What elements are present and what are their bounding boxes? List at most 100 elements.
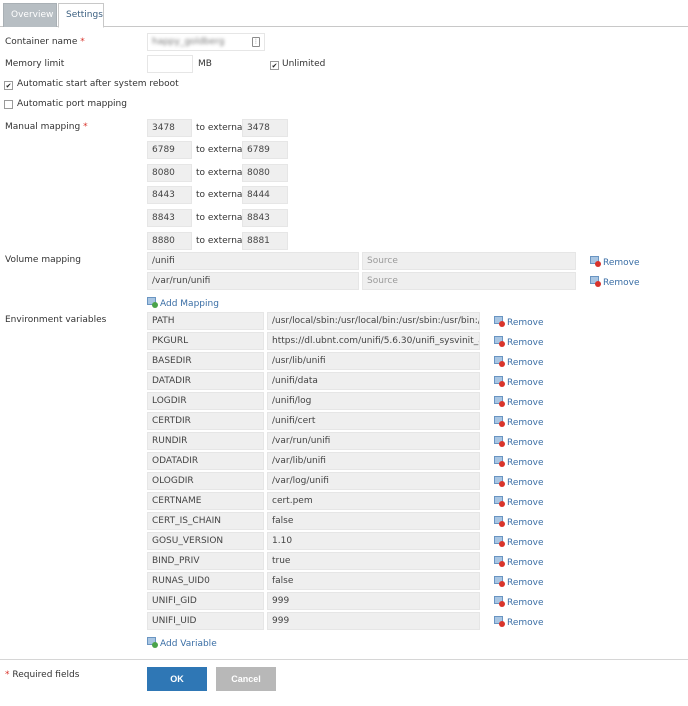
env-name-input[interactable]: PKGURL bbox=[147, 332, 264, 350]
env-name-input[interactable]: BIND_PRIV bbox=[147, 552, 264, 570]
remove-variable-button[interactable]: Remove bbox=[494, 476, 544, 488]
volume-path-input[interactable]: /var/run/unifi bbox=[147, 272, 359, 290]
env-value-input[interactable]: true bbox=[267, 552, 480, 570]
env-value-input[interactable]: /var/lib/unifi bbox=[267, 452, 480, 470]
env-name-input[interactable]: OLOGDIR bbox=[147, 472, 264, 490]
remove-variable-button[interactable]: Remove bbox=[494, 436, 544, 448]
remove-icon bbox=[590, 276, 601, 287]
remove-icon bbox=[494, 396, 505, 407]
add-variable-button[interactable]: Add Variable bbox=[147, 637, 217, 649]
env-name-input[interactable]: UNIFI_UID bbox=[147, 612, 264, 630]
env-name-input[interactable]: CERT_IS_CHAIN bbox=[147, 512, 264, 530]
remove-volume-button[interactable]: Remove bbox=[590, 256, 640, 268]
unlimited-checkbox[interactable] bbox=[270, 61, 279, 70]
env-value-input[interactable]: https://dl.ubnt.com/unifi/5.6.30/unifi_s… bbox=[267, 332, 480, 350]
remove-variable-button[interactable]: Remove bbox=[494, 536, 544, 548]
env-value-input[interactable]: /usr/local/sbin:/usr/local/bin:/usr/sbin… bbox=[267, 312, 480, 330]
port-external-input[interactable]: 8444 bbox=[242, 186, 288, 204]
port-internal-input[interactable]: 8443 bbox=[147, 186, 192, 204]
footer-divider bbox=[0, 659, 688, 660]
remove-variable-button[interactable]: Remove bbox=[494, 456, 544, 468]
memory-limit-input[interactable] bbox=[147, 55, 193, 73]
remove-label: Remove bbox=[507, 338, 544, 348]
env-name-input[interactable]: DATADIR bbox=[147, 372, 264, 390]
container-name-label-text: Container name bbox=[5, 37, 78, 47]
remove-variable-button[interactable]: Remove bbox=[494, 596, 544, 608]
port-external-input[interactable]: 8881 bbox=[242, 232, 288, 250]
env-value-input[interactable]: /unifi/cert bbox=[267, 412, 480, 430]
remove-icon bbox=[494, 536, 505, 547]
env-name-input[interactable]: GOSU_VERSION bbox=[147, 532, 264, 550]
remove-variable-button[interactable]: Remove bbox=[494, 396, 544, 408]
auto-port-checkbox[interactable] bbox=[4, 100, 13, 109]
env-value-input[interactable]: cert.pem bbox=[267, 492, 480, 510]
env-name-input[interactable]: LOGDIR bbox=[147, 392, 264, 410]
env-value-input[interactable]: /unifi/data bbox=[267, 372, 480, 390]
env-name-input[interactable]: UNIFI_GID bbox=[147, 592, 264, 610]
remove-label: Remove bbox=[507, 538, 544, 548]
port-internal-input[interactable]: 8080 bbox=[147, 164, 192, 182]
add-mapping-button[interactable]: Add Mapping bbox=[147, 297, 219, 309]
port-internal-input[interactable]: 6789 bbox=[147, 141, 192, 159]
env-name-input[interactable]: CERTDIR bbox=[147, 412, 264, 430]
env-name-input[interactable]: RUNAS_UID0 bbox=[147, 572, 264, 590]
env-name-input[interactable]: CERTNAME bbox=[147, 492, 264, 510]
cancel-button[interactable]: Cancel bbox=[216, 667, 276, 691]
remove-variable-button[interactable]: Remove bbox=[494, 316, 544, 328]
remove-variable-button[interactable]: Remove bbox=[494, 616, 544, 628]
env-name-input[interactable]: BASEDIR bbox=[147, 352, 264, 370]
volume-path-input[interactable]: /unifi bbox=[147, 252, 359, 270]
port-internal-input[interactable]: 8843 bbox=[147, 209, 192, 227]
port-internal-input[interactable]: 8880 bbox=[147, 232, 192, 250]
to-external-label: to external bbox=[196, 168, 245, 178]
remove-icon bbox=[494, 616, 505, 627]
to-external-label: to external bbox=[196, 190, 245, 200]
remove-variable-button[interactable]: Remove bbox=[494, 556, 544, 568]
ok-button[interactable]: OK bbox=[147, 667, 207, 691]
env-value-input[interactable]: false bbox=[267, 512, 480, 530]
env-value-input[interactable]: 1.10 bbox=[267, 532, 480, 550]
env-value-input[interactable]: false bbox=[267, 572, 480, 590]
container-name-input[interactable]: happy_goldberg ⋮ bbox=[147, 33, 265, 51]
manual-mapping-label: Manual mapping * bbox=[5, 122, 88, 132]
port-external-input[interactable]: 3478 bbox=[242, 119, 288, 137]
remove-label: Remove bbox=[507, 398, 544, 408]
env-name-input[interactable]: ODATADIR bbox=[147, 452, 264, 470]
volume-source-input[interactable]: Source bbox=[362, 252, 576, 270]
tab-settings[interactable]: Settings bbox=[58, 3, 104, 28]
port-external-input[interactable]: 6789 bbox=[242, 141, 288, 159]
remove-variable-button[interactable]: Remove bbox=[494, 376, 544, 388]
required-fields-note: * Required fields bbox=[5, 670, 79, 680]
env-name-input[interactable]: PATH bbox=[147, 312, 264, 330]
remove-volume-button[interactable]: Remove bbox=[590, 276, 640, 288]
remove-variable-button[interactable]: Remove bbox=[494, 496, 544, 508]
tab-overview[interactable]: Overview bbox=[3, 3, 57, 27]
remove-variable-button[interactable]: Remove bbox=[494, 416, 544, 428]
remove-label: Remove bbox=[603, 278, 640, 288]
port-external-input[interactable]: 8080 bbox=[242, 164, 288, 182]
env-value-input[interactable]: /var/log/unifi bbox=[267, 472, 480, 490]
port-internal-input[interactable]: 3478 bbox=[147, 119, 192, 137]
remove-icon bbox=[494, 376, 505, 387]
remove-label: Remove bbox=[507, 378, 544, 388]
add-icon bbox=[147, 637, 158, 648]
port-external-input[interactable]: 8843 bbox=[242, 209, 288, 227]
env-value-input[interactable]: /usr/lib/unifi bbox=[267, 352, 480, 370]
auto-start-checkbox[interactable] bbox=[4, 81, 13, 90]
remove-variable-button[interactable]: Remove bbox=[494, 516, 544, 528]
remove-variable-button[interactable]: Remove bbox=[494, 576, 544, 588]
required-mark: * bbox=[80, 37, 85, 47]
remove-label: Remove bbox=[507, 598, 544, 608]
memory-limit-label: Memory limit bbox=[5, 59, 65, 69]
remove-variable-button[interactable]: Remove bbox=[494, 356, 544, 368]
env-value-input[interactable]: /var/run/unifi bbox=[267, 432, 480, 450]
remove-icon bbox=[494, 456, 505, 467]
env-value-input[interactable]: 999 bbox=[267, 592, 480, 610]
required-mark: * bbox=[5, 670, 10, 680]
env-name-input[interactable]: RUNDIR bbox=[147, 432, 264, 450]
env-value-input[interactable]: 999 bbox=[267, 612, 480, 630]
remove-variable-button[interactable]: Remove bbox=[494, 336, 544, 348]
env-value-input[interactable]: /unifi/log bbox=[267, 392, 480, 410]
edit-icon[interactable]: ⋮ bbox=[252, 37, 260, 47]
volume-source-input[interactable]: Source bbox=[362, 272, 576, 290]
